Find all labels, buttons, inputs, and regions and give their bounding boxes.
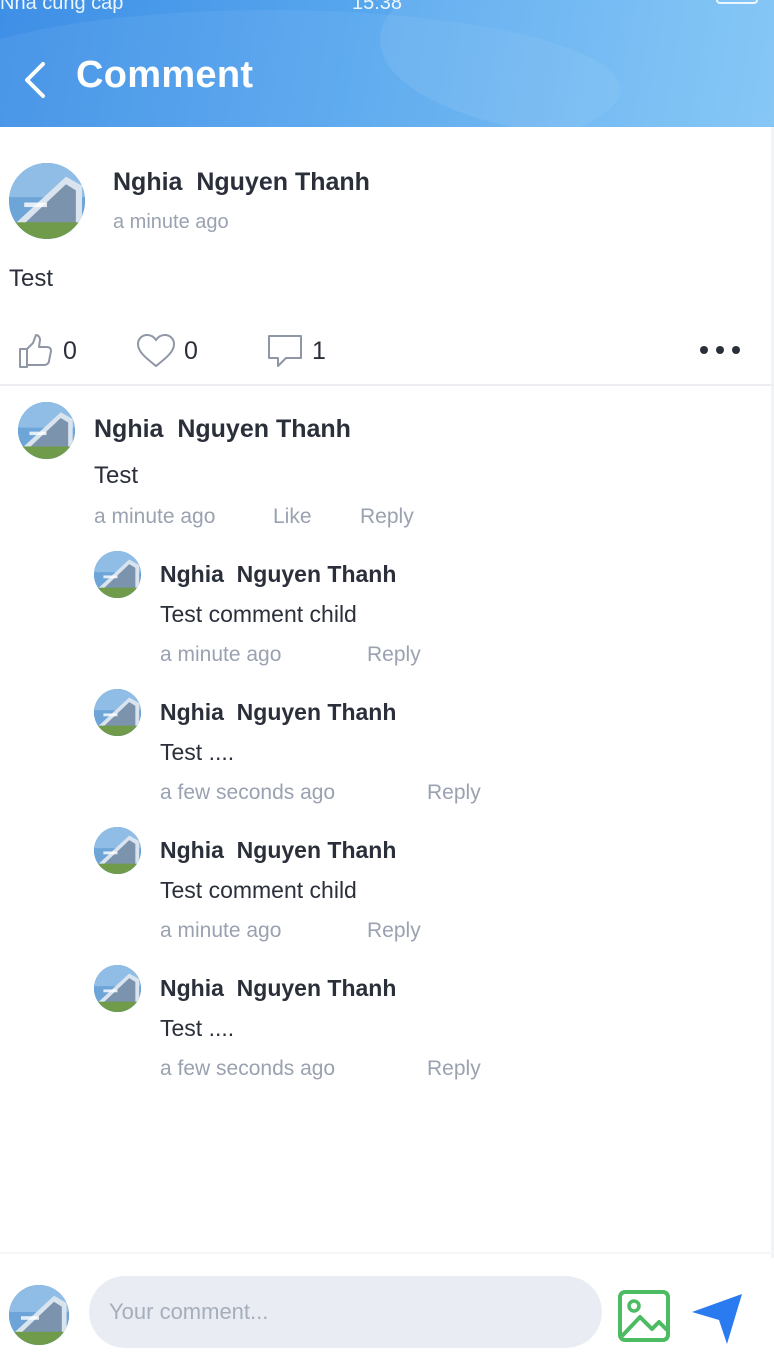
reply-author-name[interactable]: Nghia Nguyen Thanh	[160, 975, 396, 1002]
post-body-text: Test	[9, 265, 54, 292]
divider	[0, 384, 774, 386]
comment-reply-button[interactable]: Reply	[360, 505, 414, 529]
avatar[interactable]	[94, 689, 141, 736]
avatar	[9, 1285, 69, 1345]
reply-reply-button[interactable]: Reply	[367, 643, 421, 667]
comment-timestamp: a minute ago	[94, 505, 216, 528]
avatar[interactable]	[94, 827, 141, 874]
reply-text: Test ....	[160, 739, 235, 765]
heart-button[interactable]: 0	[136, 330, 198, 372]
reply-author-name[interactable]: Nghia Nguyen Thanh	[160, 561, 396, 588]
heart-count: 0	[184, 336, 198, 365]
reply-text: Test comment child	[160, 877, 357, 903]
status-carrier: Nhà cung cấp	[0, 0, 124, 14]
battery-icon	[716, 0, 758, 4]
reply-text: Test comment child	[160, 601, 357, 627]
building-photo-icon	[94, 827, 141, 874]
comment-author-name[interactable]: Nghia Nguyen Thanh	[94, 415, 351, 444]
building-photo-icon	[18, 402, 75, 459]
reply-timestamp: a minute ago	[160, 643, 282, 666]
chevron-left-icon	[25, 62, 45, 98]
reply-author-name[interactable]: Nghia Nguyen Thanh	[160, 837, 396, 864]
back-button[interactable]	[14, 58, 54, 102]
building-photo-icon	[94, 965, 141, 1012]
more-options-button[interactable]	[700, 340, 740, 360]
building-photo-icon	[94, 551, 141, 598]
image-icon	[618, 1290, 670, 1342]
send-button[interactable]	[689, 1292, 745, 1346]
like-button[interactable]: 0	[17, 330, 77, 372]
avatar[interactable]	[9, 163, 85, 239]
reply-author-name[interactable]: Nghia Nguyen Thanh	[160, 699, 396, 726]
post-author-name[interactable]: Nghia Nguyen Thanh	[113, 168, 370, 197]
send-arrow-icon	[692, 1294, 742, 1344]
comment-input[interactable]	[89, 1276, 602, 1348]
reply-text: Test ....	[160, 1015, 235, 1041]
heart-icon	[136, 333, 176, 368]
post-timestamp: a minute ago	[113, 211, 229, 233]
reply-timestamp: a few seconds ago	[160, 781, 336, 804]
header-bar: Nhà cung cấp 15:38 Comment	[0, 0, 774, 127]
comment-like-button[interactable]: Like	[273, 505, 312, 529]
dot-icon	[732, 346, 740, 354]
reply-reply-button[interactable]: Reply	[427, 781, 481, 805]
avatar[interactable]	[18, 402, 75, 459]
attach-image-button[interactable]	[617, 1289, 671, 1343]
building-photo-icon	[9, 163, 85, 239]
avatar[interactable]	[94, 551, 141, 598]
dot-icon	[716, 346, 724, 354]
status-time: 15:38	[352, 0, 403, 14]
page-title: Comment	[76, 54, 254, 96]
reply-timestamp: a few seconds ago	[160, 1057, 336, 1080]
like-count: 0	[63, 336, 77, 365]
reply-reply-button[interactable]: Reply	[427, 1057, 481, 1081]
comment-text: Test	[94, 462, 139, 489]
comment-bubble-icon	[268, 335, 302, 367]
building-photo-icon	[94, 689, 141, 736]
reply-timestamp: a minute ago	[160, 919, 282, 942]
comment-count: 1	[312, 336, 326, 365]
dot-icon	[700, 346, 708, 354]
thumbs-up-icon	[19, 334, 52, 368]
avatar[interactable]	[94, 965, 141, 1012]
building-photo-icon	[9, 1285, 69, 1345]
reply-reply-button[interactable]: Reply	[367, 919, 421, 943]
composer-divider	[0, 1252, 774, 1254]
comment-button[interactable]: 1	[266, 330, 326, 372]
